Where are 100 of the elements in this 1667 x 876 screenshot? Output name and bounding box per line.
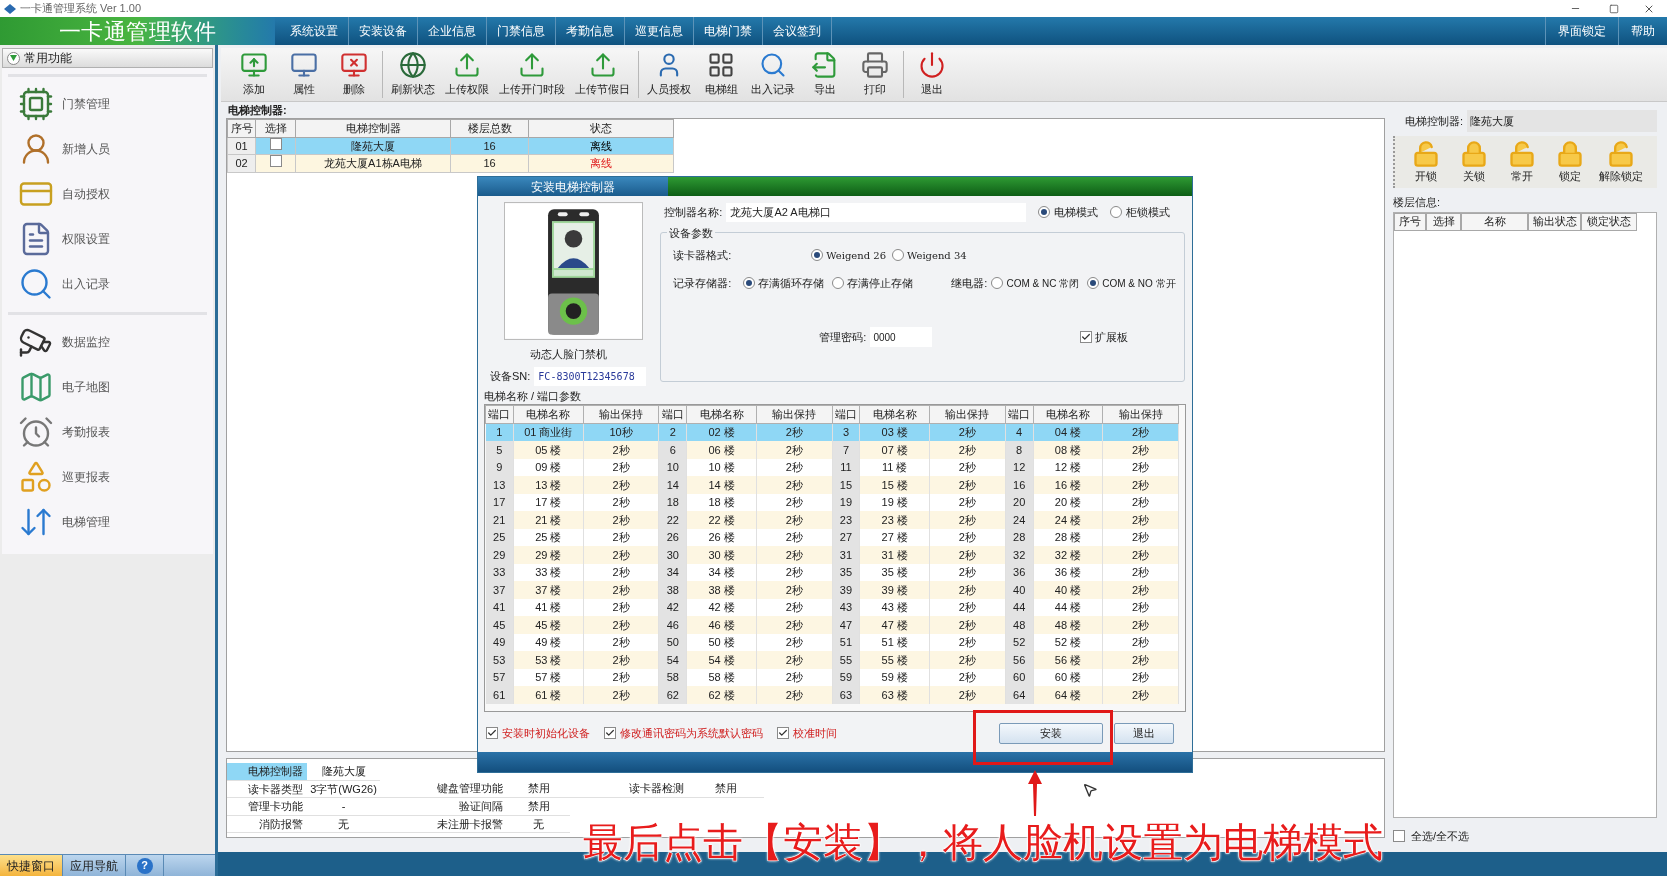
install-button[interactable]: 安装 <box>999 722 1103 744</box>
help-tab[interactable]: ? <box>126 855 164 876</box>
column-header[interactable]: 序号 <box>227 119 256 137</box>
toolbar-button[interactable]: 上传开门时段 <box>494 51 570 98</box>
column-header[interactable]: 端口 <box>832 405 860 424</box>
tab[interactable]: 应用导航 <box>63 855 126 876</box>
column-header[interactable]: 端口 <box>658 405 687 424</box>
column-header[interactable]: 楼层总数 <box>450 119 529 137</box>
checkbox[interactable] <box>777 727 789 739</box>
toolbar-button[interactable]: 出入记录 <box>746 51 800 98</box>
checkbox[interactable] <box>1079 331 1092 343</box>
lock-button[interactable]: 解除锁定 <box>1599 139 1643 185</box>
radio-button[interactable] <box>892 249 904 261</box>
sidebar-item[interactable]: 数据监控 <box>8 319 207 364</box>
sidebar-item[interactable]: 自动授权 <box>8 171 207 216</box>
column-header[interactable]: 锁定状态 <box>1581 212 1637 231</box>
sidebar-item[interactable]: 电子地图 <box>8 364 207 409</box>
sidebar-item[interactable]: 新增人员 <box>8 126 207 171</box>
column-header[interactable]: 输出状态 <box>1528 212 1581 231</box>
toolbar-button[interactable]: 删除 <box>329 51 379 98</box>
maximize-icon[interactable] <box>1609 3 1619 14</box>
toolbar-button[interactable]: 电梯组 <box>696 51 746 98</box>
sidebar-item[interactable]: 电梯管理 <box>8 499 207 544</box>
field-label: 管理密码: <box>819 329 867 345</box>
tab[interactable]: 快捷窗口 <box>0 855 63 876</box>
checkbox[interactable] <box>269 155 282 167</box>
column-header[interactable]: 序号 <box>1394 212 1426 231</box>
table-row[interactable]: 53 53 楼 2秒 54 54 楼 2秒 55 55 楼 2秒 56 56 楼 2秒 <box>485 651 1179 669</box>
menu-item[interactable]: 考勤信息 <box>556 17 625 45</box>
serial-field[interactable]: FC-8300T12345678 <box>534 366 647 386</box>
toolbar-button[interactable]: 人员授权 <box>642 51 696 98</box>
sidebar-header[interactable]: 常用功能 <box>2 48 213 68</box>
sidebar-item[interactable]: 权限设置 <box>8 216 207 261</box>
toolbar-button[interactable]: 上传节假日 <box>570 51 635 98</box>
checkbox[interactable] <box>1393 829 1405 842</box>
column-header[interactable]: 状态 <box>528 119 674 137</box>
table-cell: 2秒 <box>929 476 1006 494</box>
menu-item[interactable]: 企业信息 <box>418 17 487 45</box>
radio-button[interactable] <box>1038 206 1051 218</box>
column-header[interactable]: 选择 <box>1426 212 1461 231</box>
table-row[interactable]: 29 29 楼 2秒 30 30 楼 2秒 31 31 楼 2秒 32 32 楼 2秒 <box>485 546 1179 564</box>
column-header[interactable]: 输出保持 <box>756 405 832 424</box>
radio-button[interactable] <box>1110 206 1123 218</box>
field-label: 未注册卡报警 <box>380 815 507 833</box>
menu-item[interactable]: 会议签到 <box>763 17 832 45</box>
sidebar-item[interactable]: 出入记录 <box>8 261 207 306</box>
toolbar-button[interactable]: 上传权限 <box>440 51 494 98</box>
toolbar-button[interactable]: 刷新状态 <box>386 51 440 98</box>
toolbar-button[interactable]: 添加 <box>229 51 279 98</box>
menu-item[interactable]: 系统设置 <box>280 17 349 45</box>
sidebar-item[interactable]: 门禁管理 <box>8 81 207 126</box>
radio-button[interactable] <box>811 249 824 261</box>
unlocked-icon <box>1412 139 1440 168</box>
column-header[interactable]: 端口 <box>485 405 514 424</box>
column-header[interactable]: 输出保持 <box>1102 405 1179 424</box>
sidebar-item[interactable]: 考勤报表 <box>8 409 207 454</box>
checkbox[interactable] <box>486 727 498 739</box>
menu-item[interactable]: 巡更信息 <box>625 17 694 45</box>
table-row[interactable]: 61 61 楼 2秒 62 62 楼 2秒 63 63 楼 2秒 64 64 楼 2秒 <box>485 686 1179 704</box>
collapse-icon[interactable] <box>7 51 20 65</box>
menu-item[interactable]: 安装设备 <box>349 17 418 45</box>
table-row[interactable]: 5 05 楼 2秒 6 06 楼 2秒 7 07 楼 2秒 8 08 楼 2秒 <box>485 441 1179 459</box>
column-header[interactable]: 输出保持 <box>583 405 659 424</box>
column-header[interactable]: 名称 <box>1461 212 1528 231</box>
radio-button[interactable] <box>832 277 845 289</box>
column-header[interactable]: 输出保持 <box>929 405 1006 424</box>
column-header[interactable]: 端口 <box>1005 405 1034 424</box>
column-header[interactable]: 电梯名称 <box>513 405 584 424</box>
radio-button[interactable] <box>991 277 1004 289</box>
menu-item[interactable]: 门禁信息 <box>487 17 556 45</box>
lock-button[interactable]: 常开 <box>1503 139 1541 185</box>
sidebar-item[interactable]: 巡更报表 <box>8 454 207 499</box>
column-header[interactable]: 电梯名称 <box>859 405 930 424</box>
checkbox[interactable] <box>604 727 616 739</box>
lock-button[interactable]: 关锁 <box>1455 139 1493 185</box>
radio-button[interactable] <box>743 277 756 289</box>
toolbar-button[interactable]: 退出 <box>907 51 957 98</box>
table-row[interactable]: 13 13 楼 2秒 14 14 楼 2秒 15 15 楼 2秒 16 16 楼 2秒 <box>485 476 1179 494</box>
toolbar-button[interactable]: 打印 <box>850 51 900 98</box>
menu-item[interactable]: 帮助 <box>1618 17 1667 45</box>
exit-button[interactable]: 退出 <box>1114 722 1174 744</box>
lock-button[interactable]: 锁定 <box>1551 139 1589 185</box>
radio-button[interactable] <box>1087 277 1100 289</box>
column-header[interactable]: 选择 <box>255 119 296 137</box>
controller-name-field[interactable]: 龙苑大厦A2 A电梯口 <box>726 202 1027 222</box>
menu-item[interactable]: 界面锁定 <box>1545 17 1618 45</box>
table-row[interactable]: 21 21 楼 2秒 22 22 楼 2秒 23 23 楼 2秒 24 24 楼 2秒 <box>485 511 1179 529</box>
column-header[interactable]: 电梯名称 <box>1033 405 1103 424</box>
toolbar-button[interactable]: 属性 <box>279 51 329 98</box>
column-header[interactable]: 电梯控制器 <box>295 119 451 137</box>
menu-item[interactable]: 电梯门禁 <box>694 17 763 45</box>
lock-button[interactable]: 开锁 <box>1407 139 1445 185</box>
table-cell: 2秒 <box>756 546 832 564</box>
password-field[interactable]: 0000 <box>870 327 933 347</box>
toolbar-button[interactable]: 导出 <box>800 51 850 98</box>
controller-field[interactable]: 隆苑大厦 <box>1467 110 1657 132</box>
column-header[interactable]: 电梯名称 <box>686 405 757 424</box>
field-label: 记录存储器: <box>673 275 733 291</box>
table-row[interactable]: 37 37 楼 2秒 38 38 楼 2秒 39 39 楼 2秒 40 40 楼 2秒 <box>485 581 1179 599</box>
table-row[interactable]: 45 45 楼 2秒 46 46 楼 2秒 47 47 楼 2秒 48 48 楼 2秒 <box>485 616 1179 634</box>
